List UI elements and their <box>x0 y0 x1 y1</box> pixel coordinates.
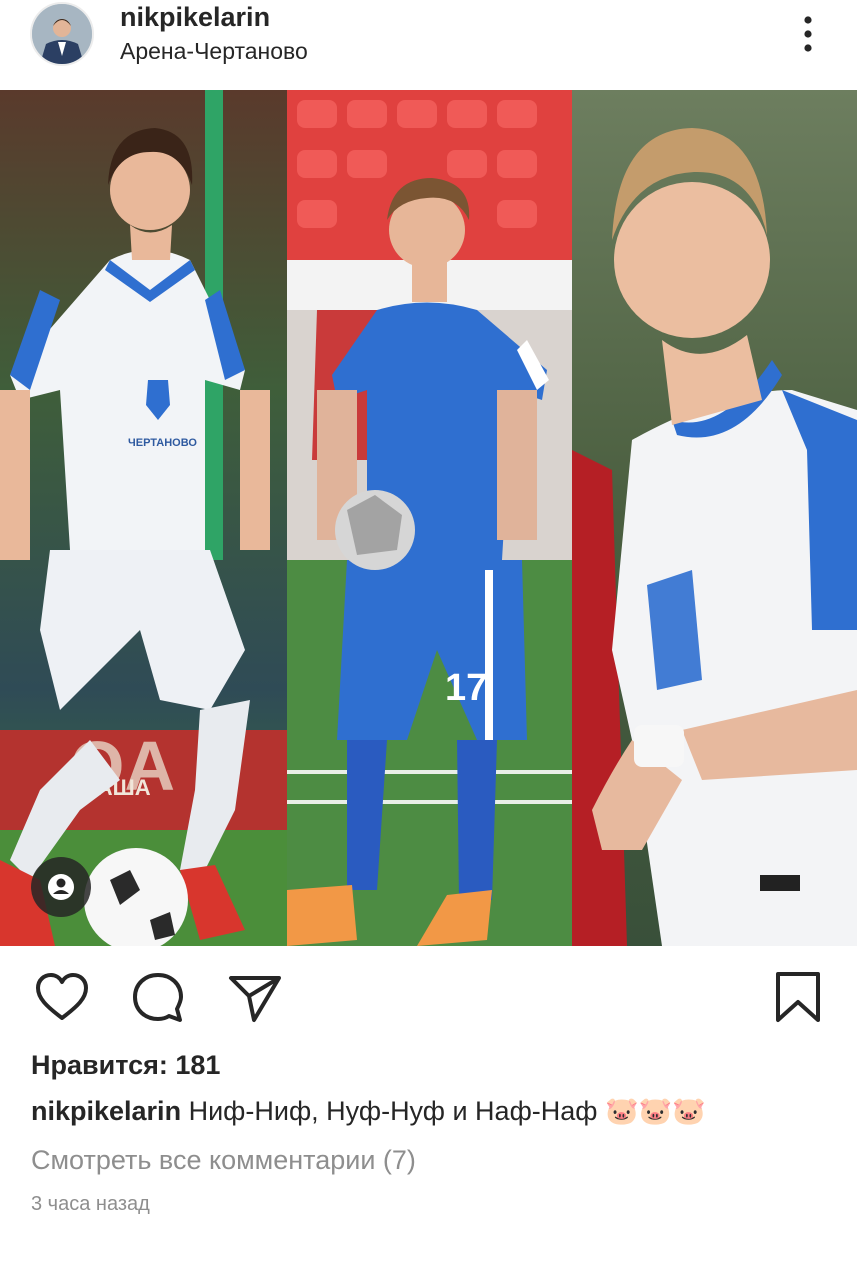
photo-panel-left: OA ВАША ЧЕРТАНОВО <box>0 90 287 946</box>
save-button[interactable] <box>770 970 826 1026</box>
send-icon <box>229 976 281 1022</box>
photo-panel-right <box>572 90 857 946</box>
more-vertical-icon <box>804 16 812 52</box>
bookmark-icon <box>776 972 820 1022</box>
post-location[interactable]: Арена-Чертаново <box>120 38 308 65</box>
share-button[interactable] <box>227 970 283 1026</box>
caption-emoji: 🐷🐷🐷 <box>605 1096 706 1126</box>
post-username[interactable]: nikpikelarin <box>120 2 270 33</box>
comment-icon <box>133 973 183 1022</box>
view-all-comments-link[interactable]: Смотреть все комментарии (7) <box>31 1145 416 1176</box>
heart-icon <box>36 973 88 1020</box>
caption-text: Ниф-Ниф, Нуф-Нуф и Наф-Наф <box>188 1096 598 1126</box>
svg-text:ЧЕРТАНОВО: ЧЕРТАНОВО <box>128 437 197 449</box>
user-tag-button[interactable] <box>31 857 91 917</box>
post-photo[interactable]: OA ВАША ЧЕРТАНОВО 17 <box>0 90 857 946</box>
svg-text:17: 17 <box>445 667 487 709</box>
more-options-button[interactable] <box>790 10 826 58</box>
post-header: nikpikelarin Арена-Чертаново <box>0 0 857 90</box>
like-button[interactable] <box>34 970 90 1026</box>
likes-count[interactable]: Нравится: 181 <box>31 1050 220 1081</box>
post-timestamp: 3 часа назад <box>31 1193 150 1215</box>
comment-button[interactable] <box>130 970 186 1026</box>
avatar[interactable] <box>30 2 94 66</box>
post-caption: nikpikelarin Ниф-Ниф, Нуф-Нуф и Наф-Наф … <box>31 1095 706 1127</box>
photo-panel-middle: 17 <box>287 90 572 946</box>
user-tag-icon <box>48 874 74 900</box>
caption-username[interactable]: nikpikelarin <box>31 1096 181 1126</box>
